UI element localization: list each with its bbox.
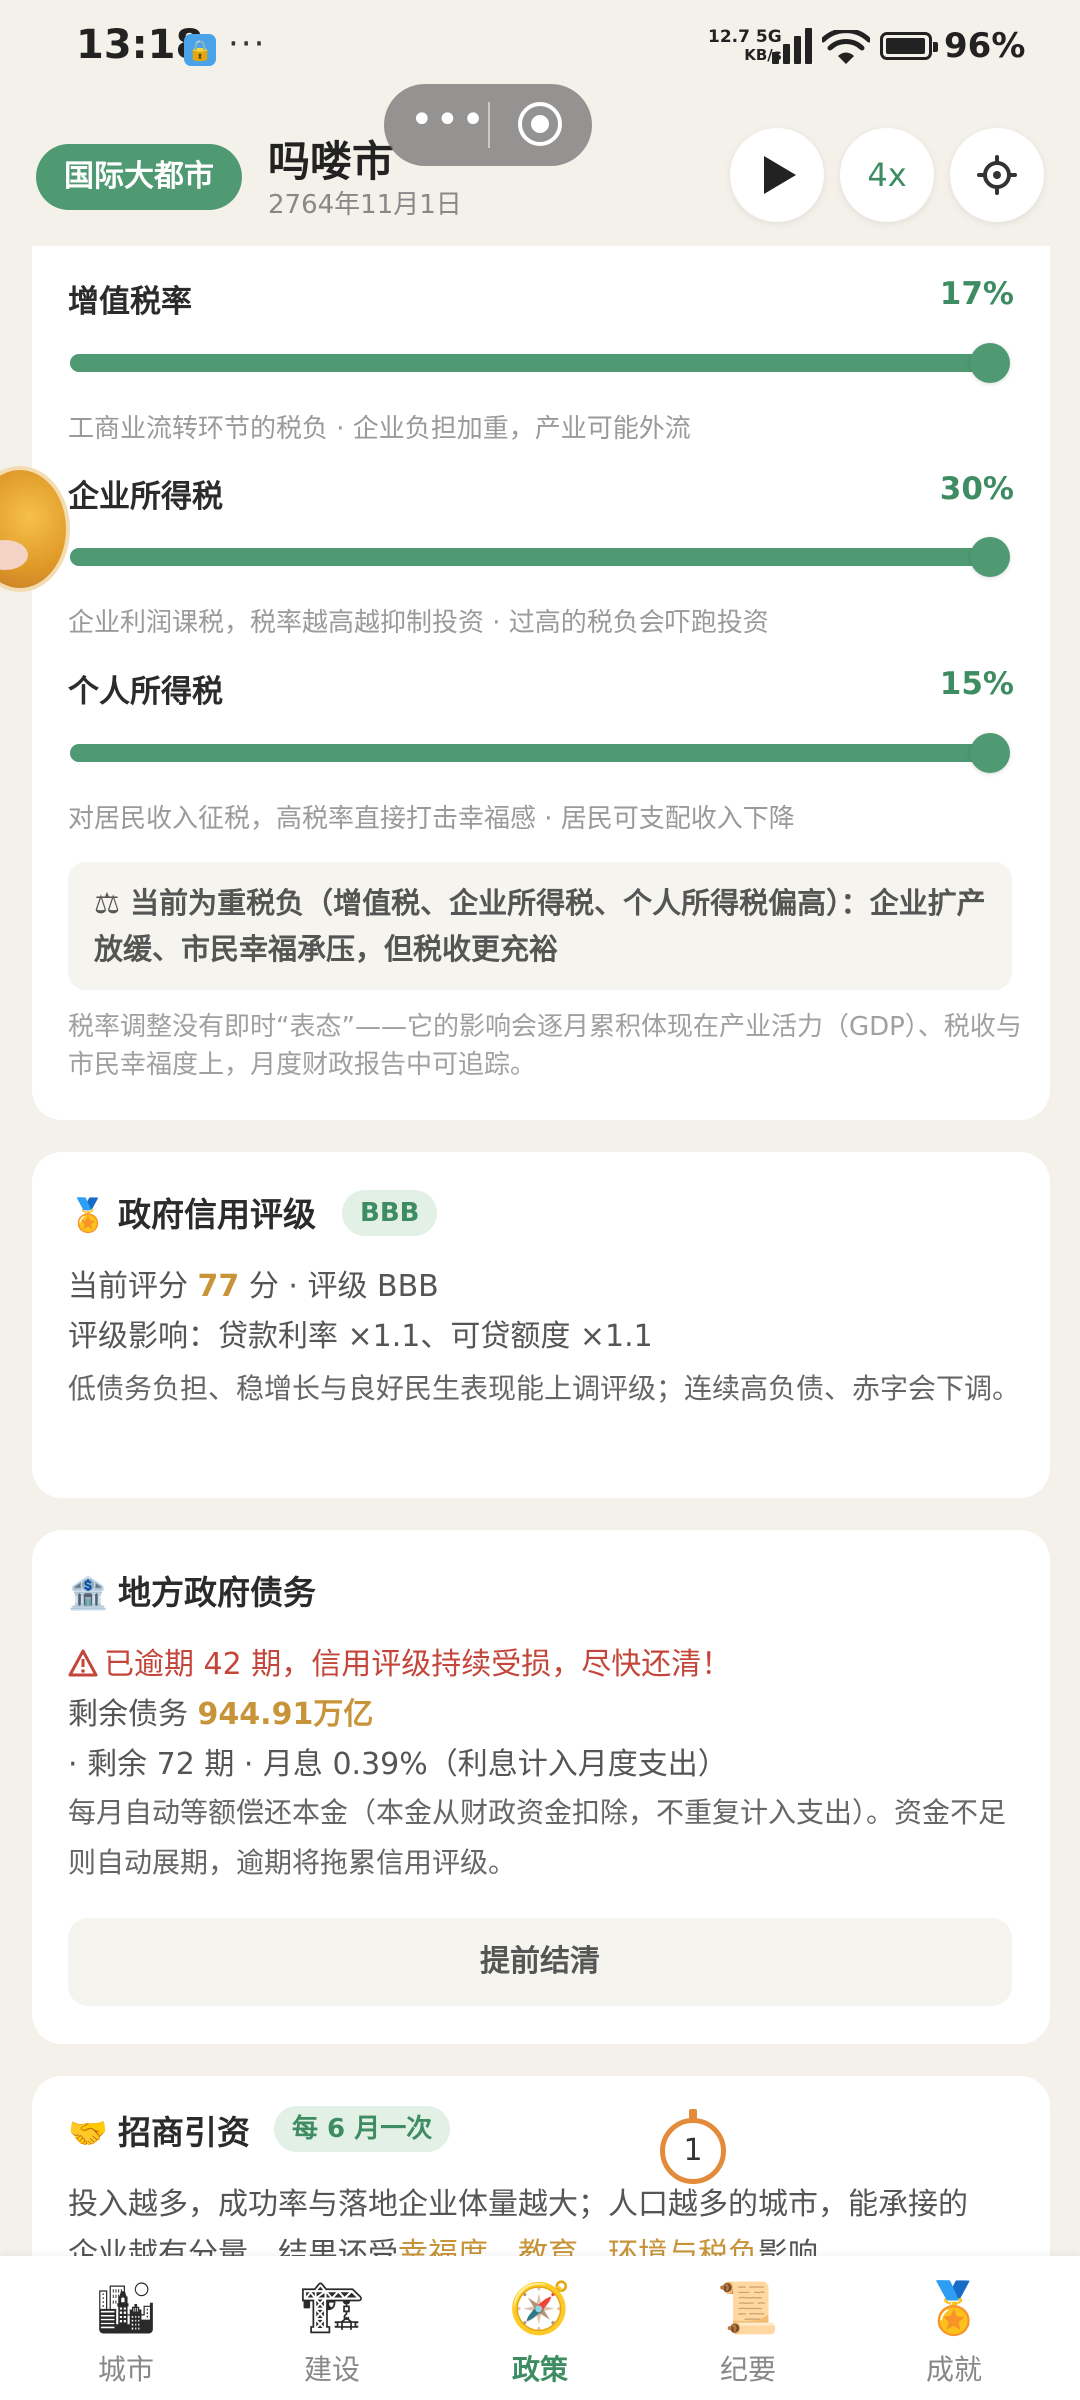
play-button[interactable]	[730, 128, 824, 222]
tab-achievements[interactable]: 🏅 成就	[846, 2256, 1062, 2400]
warning-icon	[68, 1649, 98, 1677]
tab-build[interactable]: 🏗 建设	[224, 2256, 440, 2400]
miniprogram-capsule: •••	[384, 84, 592, 166]
slider-handle[interactable]	[970, 733, 1010, 773]
tab-achievements-label: 成就	[925, 2353, 982, 2386]
credit-grade-badge: BBB	[342, 1190, 438, 1236]
tax-rate-card: 增值税率 17% 工商业流转环节的税负 · 企业负担加重，产业可能外流 企业所得…	[32, 246, 1050, 1120]
credit-rule: 低债务负担、稳增长与良好民生表现能上调评级；连续高负债、赤字会下调。	[68, 1372, 1021, 1405]
government-debt-card: 🏦 地方政府债务 已逾期 42 期，信用评级持续受损，尽快还清！ 剩余债务 944…	[32, 1530, 1050, 2044]
tab-city-label: 城市	[97, 2353, 154, 2386]
capsule-divider	[488, 102, 490, 148]
early-settle-button[interactable]: 提前结清	[68, 1918, 1012, 2006]
signal-icon	[772, 28, 812, 64]
corporate-tax-label: 企业所得税	[68, 479, 223, 515]
gear-icon	[977, 155, 1017, 195]
income-tax-slider[interactable]	[70, 733, 1010, 773]
vat-rate-slider[interactable]	[70, 343, 1010, 383]
tax-burden-note: ⚖ 当前为重税负（增值税、企业所得税、个人所得税偏高）：企业扩产放缓、市民幸福承…	[68, 862, 1012, 990]
settings-button[interactable]	[950, 128, 1044, 222]
corporate-tax-description: 企业利润课税，税率越高越抑制投资 · 过高的税负会吓跑投资	[68, 608, 769, 638]
income-tax-description: 对居民收入征税，高税率直接打击幸福感 · 居民可支配收入下降	[68, 804, 795, 834]
vat-rate-value: 17%	[939, 276, 1014, 312]
wifi-icon	[822, 30, 870, 64]
bottom-navigation: 🏙 城市 🏗 建设 🧭 政策 📜 纪要 🏅 成就	[0, 2256, 1080, 2400]
compass-icon: 🧭	[508, 2279, 572, 2337]
slider-handle[interactable]	[970, 343, 1010, 383]
lock-icon: 🔒	[184, 34, 216, 66]
city-level-badge[interactable]: 国际大都市	[36, 144, 242, 210]
credit-rating-title: 🏅 政府信用评级	[68, 1195, 316, 1234]
close-miniprogram-icon[interactable]	[518, 102, 562, 146]
investment-description-line1: 投入越多，成功率与落地企业体量越大；人口越多的城市，能承接的	[68, 2187, 968, 2222]
government-debt-title: 🏦 地方政府债务	[68, 1573, 316, 1612]
slider-fill	[70, 744, 1006, 762]
tab-build-label: 建设	[303, 2353, 360, 2386]
investment-frequency-badge: 每 6 月一次	[274, 2106, 451, 2152]
medal-icon: 🏅	[68, 1196, 108, 1234]
city-icon: 🏙	[94, 2279, 158, 2337]
slider-fill	[70, 548, 1006, 566]
corporate-tax-slider[interactable]	[70, 537, 1010, 577]
credit-rating-card: 🏅 政府信用评级 BBB 当前评分 77 分 · 评级 BBB 评级影响：贷款利率…	[32, 1152, 1050, 1498]
income-tax-label: 个人所得税	[68, 674, 223, 710]
crane-icon: 🏗	[300, 2279, 364, 2337]
debt-overdue-warning: 已逾期 42 期，信用评级持续受损，尽快还清！	[68, 1640, 1028, 1690]
tax-footer-note: 税率调整没有即时“表态”——它的影响会逐月累积体现在产业活力（GDP）、税收与市…	[68, 1012, 1022, 1080]
tax-burden-note-text: 当前为重税负（增值税、企业所得税、个人所得税偏高）：企业扩产放缓、市民幸福承压，…	[94, 886, 986, 966]
tab-policy[interactable]: 🧭 政策	[432, 2256, 648, 2400]
notification-counter-badge[interactable]: 1	[660, 2109, 726, 2184]
credit-effect: 评级影响：贷款利率 ×1.1、可贷额度 ×1.1	[68, 1319, 653, 1354]
balance-scale-icon: ⚖	[94, 886, 120, 920]
battery-percent: 96%	[944, 26, 1026, 66]
handshake-icon: 🤝	[68, 2114, 108, 2152]
more-options-icon[interactable]: •••	[410, 100, 485, 146]
tab-policy-label: 政策	[511, 2353, 568, 2386]
debt-remaining: 剩余债务 944.91万亿 · 剩余 72 期 · 月息 0.39%（利息计入月…	[68, 1697, 728, 1782]
income-tax-value: 15%	[939, 666, 1014, 702]
credit-score-value: 77	[197, 1269, 240, 1304]
debt-remaining-amount: 944.91万亿	[197, 1697, 374, 1732]
medal-icon: 🏅	[922, 2279, 986, 2337]
credit-score-line: 当前评分 77 分 · 评级 BBB	[68, 1269, 439, 1304]
vat-rate-label: 增值税率	[68, 284, 192, 320]
play-icon	[764, 156, 796, 194]
slider-handle[interactable]	[970, 537, 1010, 577]
vat-rate-description: 工商业流转环节的税负 · 企业负担加重，产业可能外流	[68, 414, 691, 444]
slider-fill	[70, 354, 1006, 372]
bank-icon: 🏦	[68, 1574, 108, 1612]
tab-records[interactable]: 📜 纪要	[640, 2256, 856, 2400]
more-notifications-icon: ···	[228, 24, 267, 64]
city-name: 吗喽市	[268, 137, 395, 186]
speed-button[interactable]: 4x	[840, 128, 934, 222]
tab-records-label: 纪要	[719, 2353, 776, 2386]
tab-city[interactable]: 🏙 城市	[18, 2256, 234, 2400]
debt-rule: 每月自动等额偿还本金（本金从财政资金扣除，不重复计入支出）。资金不足则自动展期，…	[68, 1796, 1007, 1879]
corporate-tax-value: 30%	[939, 471, 1014, 507]
investment-title: 🤝 招商引资	[68, 2113, 250, 2152]
battery-icon	[880, 32, 938, 60]
game-date: 2764年11月1日	[268, 190, 462, 220]
scroll-icon: 📜	[716, 2279, 780, 2337]
